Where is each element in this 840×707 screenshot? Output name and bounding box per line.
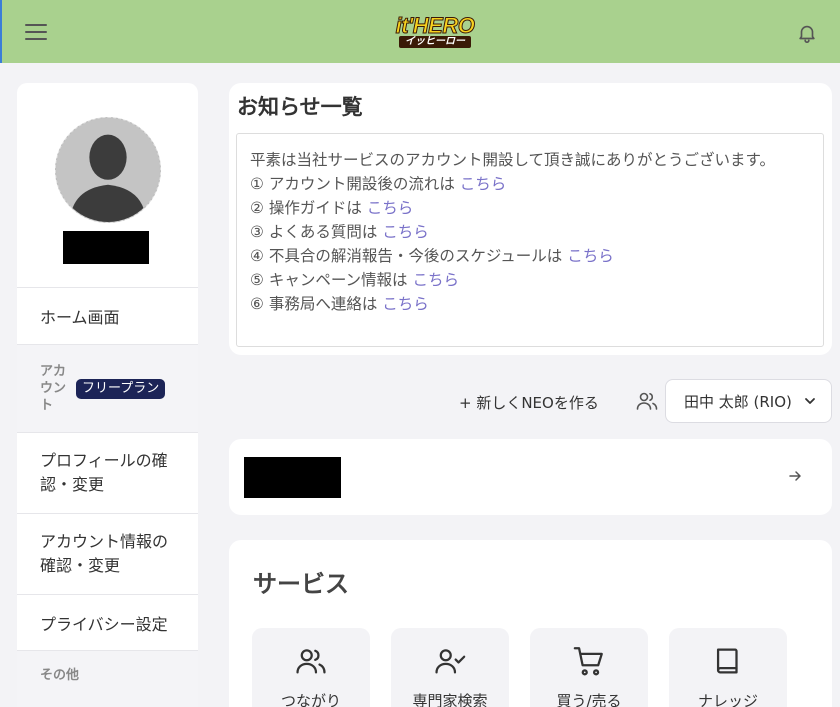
notice-intro: 平素は当社サービスのアカウント開設して頂き誠にありがとうございます。 (250, 151, 775, 169)
arrow-right-icon (789, 471, 801, 481)
users-icon (636, 392, 658, 410)
user-select-value: 田中 太郎 (RIO) (684, 392, 792, 411)
services-title: サービス (253, 570, 349, 598)
service-tile-knowledge[interactable]: ナレッジ (669, 628, 787, 707)
avatar[interactable] (55, 117, 161, 223)
sidebar-item-profile[interactable]: プロフィールの確認・変更 (17, 432, 198, 513)
sidebar-item-label: プライバシー設定 (40, 614, 168, 634)
service-tile-label: つながり (280, 692, 341, 707)
action-row: + 新しくNEOを作る 田中 太郎 (RIO) (0, 379, 840, 423)
logo-sub-text: イッヒーロー (399, 36, 471, 48)
hamburger-menu-icon[interactable] (24, 21, 48, 43)
sidebar-item-home[interactable]: ホーム画面 (17, 287, 198, 344)
user-select[interactable]: 田中 太郎 (RIO) (665, 379, 832, 423)
service-tile-label: 専門家検索 (412, 692, 488, 707)
app-logo[interactable]: it'HERO イッヒーロー (390, 13, 480, 54)
link-flow[interactable]: こちら (460, 175, 507, 193)
sidebar-item-account-info[interactable]: アカウント情報の確認・変更 (17, 513, 198, 594)
notice-list: 平素は当社サービスのアカウント開設して頂き誠にありがとうございます。 ① アカウ… (236, 133, 824, 347)
link-bugs[interactable]: こちら (567, 247, 614, 265)
link-campaign[interactable]: こちら (413, 271, 460, 289)
service-tile-expert-search[interactable]: 専門家検索 (391, 628, 509, 707)
notice-line-contact: ⑥ 事務局へ連絡は こちら (250, 295, 429, 313)
person-silhouette-icon (56, 118, 160, 222)
neo-card[interactable] (229, 439, 832, 515)
notice-line-flow: ① アカウント開設後の流れは こちら (250, 175, 507, 193)
new-neo-button[interactable]: + 新しくNEOを作る (459, 392, 599, 413)
sidebar-category-label: その他 (40, 668, 80, 683)
logo-main-text: it'HERO (395, 13, 475, 38)
notice-line-bugs: ④ 不具合の解消報告・今後のスケジュールは こちら (250, 247, 614, 265)
users-icon (296, 649, 326, 674)
sidebar-category-other: その他 (17, 650, 198, 707)
notice-line-campaign: ⑤ キャンペーン情報は こちら (250, 271, 460, 289)
redacted-neo-name (244, 457, 341, 498)
redacted-user-name (63, 231, 149, 264)
chevron-down-icon (805, 398, 815, 404)
link-contact[interactable]: こちら (382, 295, 429, 313)
sidebar-item-label: アカウント情報の確認・変更 (40, 532, 169, 575)
sidebar-item-privacy[interactable]: プライバシー設定 (17, 594, 198, 650)
user-check-icon (435, 649, 466, 674)
link-guide[interactable]: こちら (367, 199, 414, 217)
notice-card: お知らせ一覧 平素は当社サービスのアカウント開設して頂き誠にありがとうございます… (229, 83, 832, 355)
bell-icon[interactable] (796, 22, 818, 44)
cart-icon (573, 647, 603, 676)
service-tile-label: 買う/売る (556, 692, 622, 707)
link-faq[interactable]: こちら (382, 223, 429, 241)
service-tile-connections[interactable]: つながり (252, 628, 370, 707)
sidebar-item-label: プロフィールの確認・変更 (40, 451, 168, 494)
sidebar-item-label: ホーム画面 (40, 308, 120, 327)
notice-line-guide: ② 操作ガイドは こちら (250, 199, 414, 217)
service-tile-buy-sell[interactable]: 買う/売る (530, 628, 648, 707)
top-bar: it'HERO イッヒーロー (0, 0, 840, 63)
services-card: サービス つながり 専門家検索 買う/売る ナレッジ (229, 540, 832, 707)
notice-line-faq: ③ よくある質問は こちら (250, 223, 429, 241)
service-tile-label: ナレッジ (697, 692, 758, 707)
book-icon (716, 648, 738, 674)
notice-title: お知らせ一覧 (237, 95, 363, 119)
